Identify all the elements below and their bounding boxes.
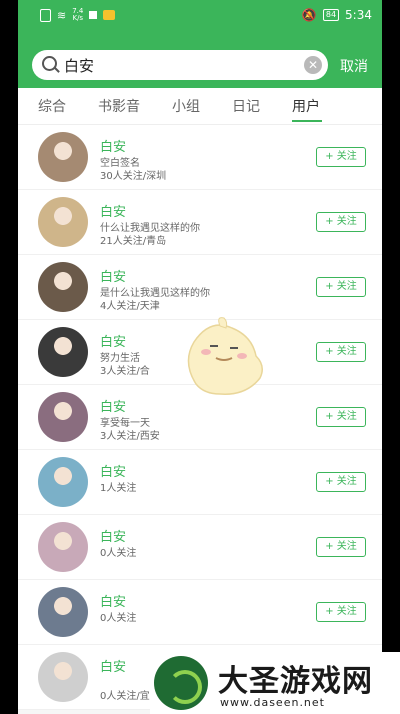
follow-button[interactable]: + 关注 [316, 277, 366, 297]
user-name[interactable]: 白安 [100, 656, 126, 675]
user-followers-city: 3人关注/西安 [100, 431, 160, 442]
user-followers-city: 21人关注/青岛 [100, 236, 167, 247]
mute-bell-icon: 🔕 [301, 8, 317, 22]
user-name[interactable]: 白安 [100, 591, 126, 610]
user-row[interactable]: 白安 什么让我遇见这样的你 21人关注/青岛 + 关注 [18, 190, 382, 255]
site-watermark: 大圣游戏网 www.daseen.net [150, 652, 400, 714]
tab-groups[interactable]: 小组 [172, 96, 200, 116]
mascot-sticker [187, 317, 263, 395]
follow-button[interactable]: + 关注 [316, 472, 366, 492]
avatar[interactable] [38, 392, 88, 442]
user-followers-city: 0人关注/宜 [100, 691, 150, 702]
search-input[interactable] [64, 53, 294, 77]
app-header: ≋ 7.4K/s 🔕 84 5:34 ✕ 取消 [18, 0, 382, 88]
watermark-url: www.daseen.net [220, 696, 325, 709]
follow-button[interactable]: + 关注 [316, 537, 366, 557]
user-followers-city: 4人关注/天津 [100, 301, 160, 312]
search-bar[interactable]: ✕ [32, 50, 328, 80]
avatar[interactable] [38, 197, 88, 247]
tab-comprehensive[interactable]: 综合 [38, 96, 66, 116]
user-result-list: 白安 空白签名 30人关注/深圳 + 关注 白安 什么让我遇见这样的你 21人关… [18, 125, 382, 710]
user-name[interactable]: 白安 [100, 136, 126, 155]
user-name[interactable]: 白安 [100, 266, 126, 285]
user-row[interactable]: 白安 空白签名 30人关注/深圳 + 关注 [18, 125, 382, 190]
user-followers-city: 30人关注/深圳 [100, 171, 167, 182]
user-name[interactable]: 白安 [100, 461, 126, 480]
watermark-title: 大圣游戏网 [218, 664, 373, 699]
user-row[interactable]: 白安 0人关注 + 关注 [18, 580, 382, 645]
user-name[interactable]: 白安 [100, 331, 126, 350]
site-logo-icon [154, 656, 208, 710]
avatar[interactable] [38, 587, 88, 637]
tab-users[interactable]: 用户 [292, 96, 320, 116]
battery-indicator: 84 [322, 9, 340, 21]
avatar[interactable] [38, 457, 88, 507]
follow-button[interactable]: + 关注 [316, 147, 366, 167]
search-icon [42, 56, 57, 71]
user-followers: 1人关注 [100, 483, 137, 494]
user-row[interactable]: 白安 0人关注 + 关注 [18, 515, 382, 580]
weibo-icon [103, 10, 116, 20]
follow-button[interactable]: + 关注 [316, 212, 366, 232]
user-followers: 0人关注 [100, 548, 137, 559]
user-row[interactable]: 白安 1人关注 + 关注 [18, 450, 382, 515]
avatar[interactable] [38, 327, 88, 377]
network-speed: 7.4 K/s [72, 7, 84, 22]
notification-square-icon [89, 11, 98, 19]
status-bar: ≋ 7.4 K/s 🔕 84 5:34 [18, 0, 382, 30]
cancel-button[interactable]: 取消 [340, 56, 368, 76]
clock: 5:34 [345, 8, 372, 22]
follow-button[interactable]: + 关注 [316, 602, 366, 622]
user-name[interactable]: 白安 [100, 526, 126, 545]
wifi-icon: ≋ [57, 8, 67, 22]
clear-search-icon[interactable]: ✕ [304, 56, 322, 74]
user-followers: 0人关注 [100, 613, 137, 624]
user-row[interactable]: 白安 是什么让我遇见这样的你 4人关注/天津 + 关注 [18, 255, 382, 320]
sim-card-icon [40, 8, 51, 22]
search-tabs: 综合 书影音 小组 日记 用户 [18, 88, 382, 125]
avatar[interactable] [38, 262, 88, 312]
tab-diary[interactable]: 日记 [232, 96, 260, 116]
avatar[interactable] [38, 132, 88, 182]
avatar[interactable] [38, 522, 88, 572]
user-name[interactable]: 白安 [100, 201, 126, 220]
phone-screen: ≋ 7.4K/s 🔕 84 5:34 ✕ 取消 综合 书影音 小组 日记 用户 [18, 0, 382, 714]
user-followers-city: 3人关注/合 [100, 366, 150, 377]
user-name[interactable]: 白安 [100, 396, 126, 415]
avatar-placeholder[interactable] [38, 652, 88, 702]
follow-button[interactable]: + 关注 [316, 342, 366, 362]
follow-button[interactable]: + 关注 [316, 407, 366, 427]
tab-books-movies-music[interactable]: 书影音 [98, 96, 140, 116]
active-tab-indicator [292, 120, 322, 122]
